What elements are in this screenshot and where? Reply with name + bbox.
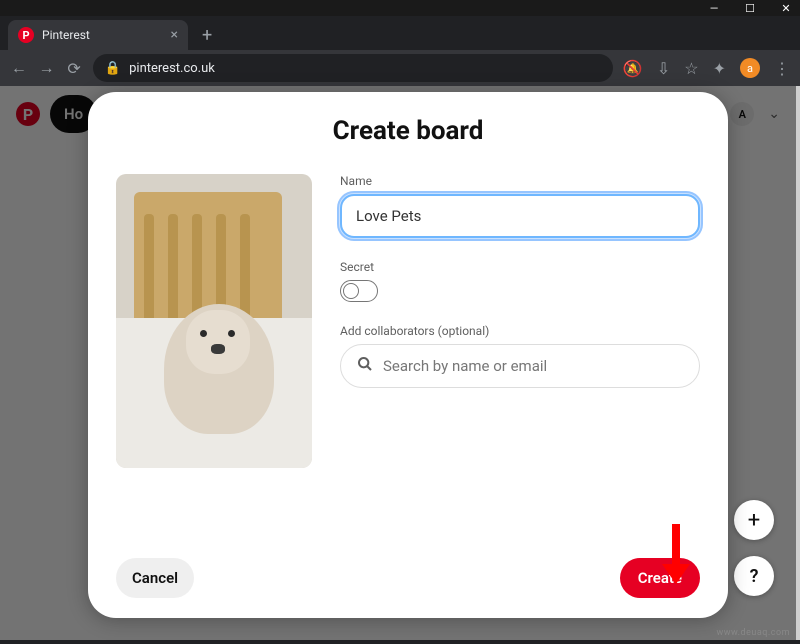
- secret-toggle[interactable]: [340, 280, 378, 302]
- address-bar[interactable]: 🔒 pinterest.co.uk: [93, 54, 613, 82]
- page-scrollbar[interactable]: [796, 86, 800, 640]
- collaborators-placeholder: Search by name or email: [383, 357, 547, 375]
- tab-title: Pinterest: [42, 28, 90, 42]
- board-name-input[interactable]: [340, 194, 700, 238]
- browser-tab-active[interactable]: P Pinterest ×: [8, 20, 188, 50]
- nav-forward-button[interactable]: →: [38, 58, 56, 78]
- secret-field-label: Secret: [340, 260, 700, 274]
- board-cover-thumbnail: [116, 174, 312, 468]
- create-fab-button[interactable]: +: [734, 500, 774, 540]
- browser-toolbar: ← → ⟳ 🔒 pinterest.co.uk 🔕 ⇩ ☆ ✦ a ⋮: [0, 50, 800, 86]
- search-icon: [357, 356, 373, 376]
- modal-title: Create board: [116, 116, 700, 146]
- chrome-profile-avatar[interactable]: a: [740, 58, 760, 78]
- window-maximize-button[interactable]: ☐: [744, 2, 756, 14]
- pinterest-favicon-icon: P: [18, 27, 34, 43]
- url-text: pinterest.co.uk: [129, 61, 215, 76]
- window-close-button[interactable]: ✕: [780, 2, 792, 14]
- collaborators-search-input[interactable]: Search by name or email: [340, 344, 700, 388]
- create-board-modal: Create board Name Secret: [88, 92, 728, 618]
- nav-reload-button[interactable]: ⟳: [65, 59, 83, 78]
- bookmark-star-icon[interactable]: ☆: [684, 59, 698, 78]
- new-tab-button[interactable]: +: [194, 25, 220, 50]
- create-button[interactable]: Create: [620, 558, 700, 598]
- help-fab-button[interactable]: ?: [734, 556, 774, 596]
- collaborators-field-label: Add collaborators (optional): [340, 324, 700, 338]
- extensions-icon[interactable]: ✦: [713, 59, 726, 78]
- watermark-text: www.deuaq.com: [716, 628, 790, 638]
- mute-icon[interactable]: 🔕: [623, 59, 643, 78]
- window-minimize-button[interactable]: —: [708, 2, 720, 14]
- chrome-menu-button[interactable]: ⋮: [774, 59, 790, 78]
- install-icon[interactable]: ⇩: [657, 59, 670, 78]
- window-titlebar: — ☐ ✕: [0, 0, 800, 16]
- nav-back-button[interactable]: ←: [10, 58, 28, 78]
- tab-close-button[interactable]: ×: [171, 27, 178, 43]
- browser-tabstrip: P Pinterest × +: [0, 16, 800, 50]
- toggle-knob: [343, 283, 359, 299]
- name-field-label: Name: [340, 174, 700, 188]
- lock-icon: 🔒: [105, 61, 121, 76]
- cancel-button[interactable]: Cancel: [116, 558, 194, 598]
